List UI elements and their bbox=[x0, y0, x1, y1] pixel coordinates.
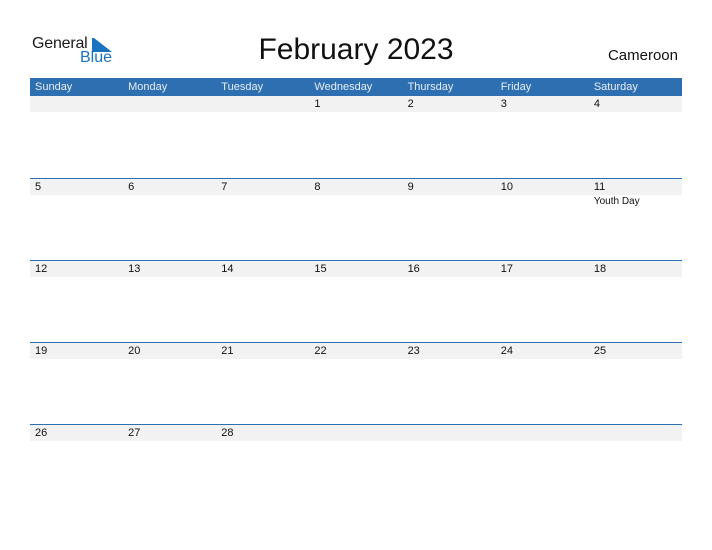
day-event bbox=[496, 441, 589, 442]
weekday-tuesday: Tuesday bbox=[221, 81, 264, 93]
day-event bbox=[216, 441, 309, 442]
day-number: 10 bbox=[500, 181, 513, 193]
weekday-thursday: Thursday bbox=[407, 81, 454, 93]
day-number bbox=[589, 425, 682, 441]
day-event bbox=[30, 195, 123, 207]
week-row: 26 27 28 bbox=[30, 424, 682, 506]
day-number: 19 bbox=[35, 345, 48, 357]
weekday-wednesday: Wednesday bbox=[314, 81, 373, 93]
day-event bbox=[496, 277, 589, 278]
day-event bbox=[496, 359, 589, 360]
day-event bbox=[309, 441, 402, 442]
day-number: 11 bbox=[593, 181, 606, 193]
day-event bbox=[403, 441, 496, 442]
day-number: 23 bbox=[407, 345, 420, 357]
day-number: 8 bbox=[314, 181, 321, 193]
events-row bbox=[30, 277, 682, 278]
day-event bbox=[123, 277, 216, 278]
day-event bbox=[216, 277, 309, 278]
weekday-saturday: Saturday bbox=[593, 81, 638, 93]
day-event bbox=[403, 277, 496, 278]
date-strip: 12 13 14 15 16 17 18 bbox=[30, 261, 682, 277]
weekday-sunday: Sunday bbox=[35, 81, 73, 93]
day-number: 9 bbox=[407, 181, 414, 193]
day-number bbox=[403, 425, 496, 441]
day-event bbox=[30, 441, 123, 442]
day-event bbox=[403, 195, 496, 207]
country-label: Cameroon bbox=[607, 47, 678, 64]
day-number: 28 bbox=[221, 427, 234, 439]
day-event bbox=[216, 112, 309, 113]
day-event bbox=[30, 277, 123, 278]
day-number: 3 bbox=[500, 98, 507, 110]
day-number bbox=[216, 96, 309, 112]
day-number: 27 bbox=[128, 427, 141, 439]
day-number: 25 bbox=[593, 345, 607, 357]
day-number: 4 bbox=[593, 98, 600, 110]
day-number: 2 bbox=[407, 98, 414, 110]
day-event bbox=[123, 359, 216, 360]
weekday-friday: Friday bbox=[500, 81, 532, 93]
day-number: 26 bbox=[35, 427, 48, 439]
day-event bbox=[309, 112, 402, 113]
day-event bbox=[589, 359, 682, 360]
day-number: 6 bbox=[128, 181, 135, 193]
day-number: 12 bbox=[35, 263, 48, 275]
day-event bbox=[216, 359, 309, 360]
day-number bbox=[496, 425, 589, 441]
day-event bbox=[403, 359, 496, 360]
day-number: 14 bbox=[221, 263, 234, 275]
date-strip: 26 27 28 bbox=[30, 425, 682, 441]
events-row bbox=[30, 359, 682, 360]
day-event bbox=[496, 112, 589, 113]
day-number bbox=[309, 425, 402, 441]
day-event bbox=[589, 441, 682, 442]
day-event bbox=[309, 277, 402, 278]
day-number: 1 bbox=[314, 98, 321, 110]
day-event bbox=[123, 112, 216, 113]
day-event bbox=[589, 112, 682, 113]
day-number: 18 bbox=[593, 263, 607, 275]
calendar-title: February 2023 bbox=[258, 33, 454, 66]
day-number: 20 bbox=[128, 345, 141, 357]
day-event bbox=[123, 441, 216, 442]
events-row bbox=[30, 441, 682, 442]
day-number: 7 bbox=[221, 181, 228, 193]
calendar-grid: Sunday Monday Tuesday Wednesday Thursday… bbox=[30, 78, 682, 506]
day-event bbox=[30, 359, 123, 360]
day-event bbox=[216, 195, 309, 207]
date-strip: 19 20 21 22 23 24 25 bbox=[30, 343, 682, 359]
day-event: Youth Day bbox=[593, 196, 640, 207]
day-number: 17 bbox=[500, 263, 513, 275]
day-number: 5 bbox=[35, 181, 42, 193]
day-event bbox=[309, 359, 402, 360]
day-number: 21 bbox=[221, 345, 234, 357]
week-row: 19 20 21 22 23 24 25 bbox=[30, 342, 682, 424]
week-row: 12 13 14 15 16 17 18 bbox=[30, 260, 682, 342]
day-number bbox=[123, 96, 216, 112]
day-number: 24 bbox=[500, 345, 513, 357]
events-row bbox=[30, 112, 682, 113]
day-number: 15 bbox=[314, 263, 327, 275]
weekday-header: Sunday Monday Tuesday Wednesday Thursday… bbox=[30, 78, 682, 96]
events-row: Youth Day bbox=[30, 195, 682, 207]
day-event bbox=[123, 195, 216, 207]
date-strip: 5 6 7 8 9 10 11 bbox=[30, 179, 682, 195]
day-number: 22 bbox=[314, 345, 327, 357]
day-event bbox=[403, 112, 496, 113]
day-number bbox=[30, 96, 123, 112]
day-event bbox=[30, 112, 123, 113]
day-number: 16 bbox=[407, 263, 420, 275]
weekday-monday: Monday bbox=[128, 81, 168, 93]
day-event bbox=[309, 195, 402, 207]
date-strip: 1 2 3 4 bbox=[30, 96, 682, 112]
week-row: 5 6 7 8 9 10 11 Youth Day bbox=[30, 178, 682, 260]
day-event bbox=[589, 277, 682, 278]
day-number: 13 bbox=[128, 263, 141, 275]
day-event bbox=[496, 195, 589, 207]
week-row: 1 2 3 4 bbox=[30, 96, 682, 178]
